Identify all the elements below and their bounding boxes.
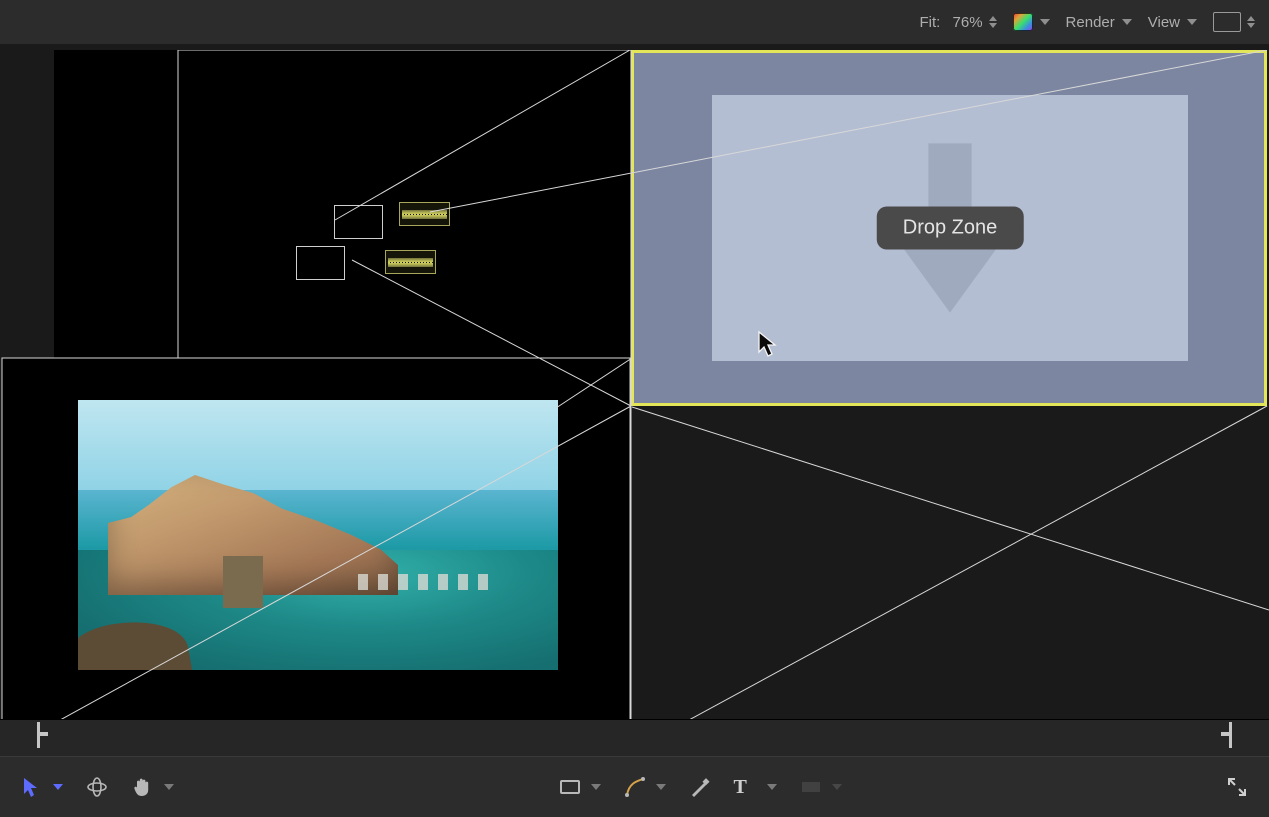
drop-zone-label: Drop Zone [877, 207, 1024, 250]
in-point-marker[interactable] [34, 720, 52, 750]
chevron-down-icon [767, 784, 777, 790]
updown-icon [989, 16, 997, 28]
brush-icon [688, 775, 712, 799]
text-tool[interactable]: T [732, 771, 779, 803]
fullscreen-toggle[interactable] [1223, 771, 1251, 803]
view-menu[interactable]: View [1148, 14, 1197, 31]
out-point-marker[interactable] [1217, 720, 1235, 750]
orbit-icon [85, 775, 109, 799]
chevron-down-icon [656, 784, 666, 790]
chevron-down-icon [164, 784, 174, 790]
view-label: View [1148, 14, 1180, 31]
chevron-down-icon [53, 784, 63, 790]
wireframe-clip[interactable] [296, 246, 345, 280]
audio-waveform-clip[interactable] [399, 202, 450, 226]
chevron-down-icon [1122, 19, 1132, 25]
color-channel-menu[interactable] [1013, 13, 1050, 31]
play-range-ruler[interactable] [0, 719, 1269, 757]
rectangle-icon [558, 775, 582, 799]
fit-label: Fit: [920, 14, 941, 31]
viewer-top-toolbar: Fit: 76% Render View [0, 0, 1269, 45]
chevron-down-icon [1187, 19, 1197, 25]
upper-stage-region [54, 50, 630, 358]
drop-zone-panel[interactable]: Drop Zone [631, 50, 1267, 406]
mask-rect-icon [799, 775, 823, 799]
aspect-rect-icon [1213, 12, 1241, 32]
pen-tool[interactable] [621, 771, 668, 803]
shape-tool[interactable] [556, 771, 603, 803]
chevron-down-icon [1040, 19, 1050, 25]
wireframe-clip[interactable] [334, 205, 383, 239]
arrow-cursor-icon [20, 775, 44, 799]
drop-zone-inner[interactable]: Drop Zone [712, 95, 1188, 361]
fit-zoom-control[interactable]: Fit: 76% [920, 14, 997, 31]
pan-tool[interactable] [129, 771, 176, 803]
aspect-menu[interactable] [1213, 12, 1255, 32]
chevron-down-icon [832, 784, 842, 790]
bezier-pen-icon [623, 775, 647, 799]
chevron-down-icon [591, 784, 601, 790]
text-icon: T [734, 775, 758, 799]
mask-tool [797, 771, 844, 803]
select-tool[interactable] [18, 771, 65, 803]
render-menu[interactable]: Render [1066, 14, 1132, 31]
canvas-bottom-toolbar: T [0, 756, 1269, 817]
audio-waveform-clip[interactable] [385, 250, 436, 274]
paint-stroke-tool[interactable] [686, 771, 714, 803]
fit-value: 76% [953, 14, 983, 31]
hand-icon [131, 775, 155, 799]
canvas-viewport[interactable]: Drop Zone [0, 44, 1269, 757]
media-clip-vernazza[interactable] [78, 400, 558, 670]
3d-transform-tool[interactable] [83, 771, 111, 803]
rainbow-swatch-icon [1013, 13, 1033, 31]
updown-icon [1247, 16, 1255, 28]
render-label: Render [1066, 14, 1115, 31]
expand-icon [1225, 775, 1249, 799]
